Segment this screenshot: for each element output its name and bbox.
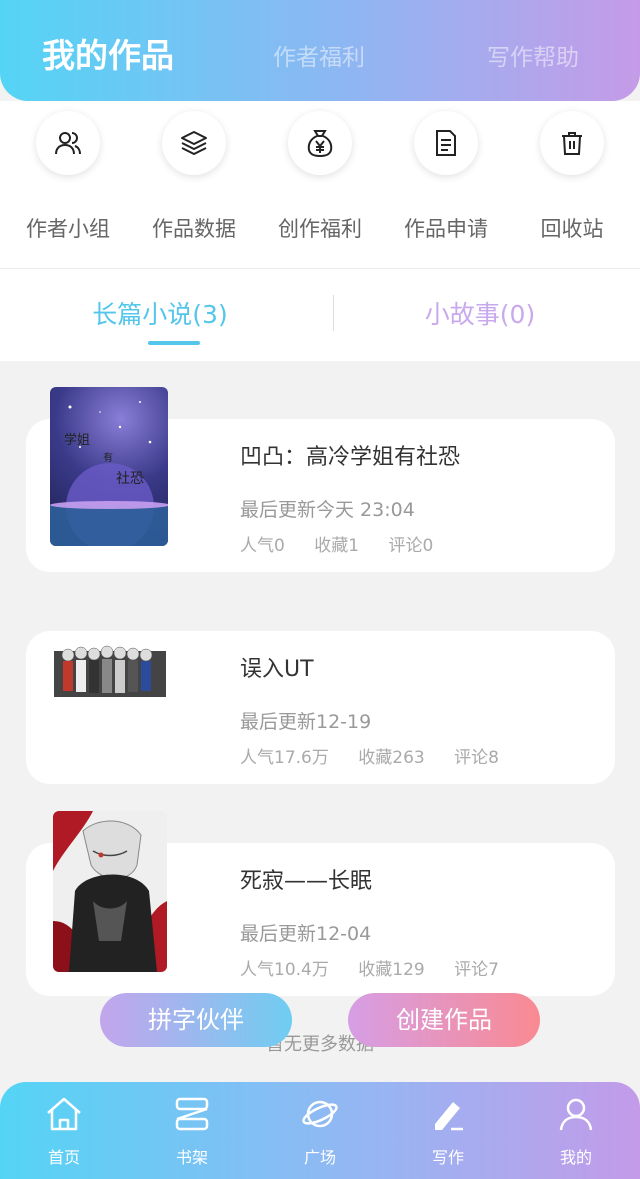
word-partner-button[interactable]: 拼字伙伴 xyxy=(100,993,292,1047)
quick-author-group[interactable]: 作者小组 xyxy=(5,101,131,268)
layers-icon xyxy=(162,111,226,175)
document-icon xyxy=(414,111,478,175)
quick-recycle-bin[interactable]: 回收站 xyxy=(509,101,635,268)
pen-icon xyxy=(435,1102,463,1131)
work-comments: 评论7 xyxy=(454,960,499,980)
work-title: 误入UT xyxy=(240,657,314,682)
trash-icon xyxy=(540,111,604,175)
no-more-data: 暂无更多数据 xyxy=(266,1034,374,1055)
work-favorites: 收藏129 xyxy=(358,960,425,980)
work-cover[interactable]: 学姐 有 社恐 xyxy=(50,387,168,546)
tab-author-welfare[interactable]: 作者福利 xyxy=(273,0,365,101)
work-stats: 人气0 收藏1 评论0 xyxy=(240,531,457,556)
tab-long-novel[interactable]: 长篇小说(3) xyxy=(0,269,320,361)
money-bag-icon xyxy=(288,111,352,175)
cover-text: 有 xyxy=(103,451,113,464)
quick-work-application[interactable]: 作品申请 xyxy=(383,101,509,268)
cover-text: 社恐 xyxy=(116,471,144,487)
bookshelf-icon xyxy=(175,1097,209,1131)
work-favorites: 收藏263 xyxy=(358,748,425,768)
tab-my-works[interactable]: 我的作品 xyxy=(42,0,174,101)
home-icon xyxy=(47,1097,81,1131)
planet-icon xyxy=(302,1100,338,1128)
work-popularity: 人气17.6万 xyxy=(240,748,329,768)
work-popularity: 人气10.4万 xyxy=(240,960,329,980)
cover-art-characters xyxy=(54,645,166,697)
work-favorites: 收藏1 xyxy=(314,536,360,556)
tabbar-write[interactable]: 写作 xyxy=(384,1082,512,1179)
bottom-tab-bar: 首页 书架 广场 写作 我的 xyxy=(0,1082,640,1179)
quick-label: 作者小组 xyxy=(26,217,110,241)
tabbar-label: 写作 xyxy=(431,1148,464,1167)
quick-label: 创作福利 xyxy=(278,217,362,241)
tab-writing-help[interactable]: 写作帮助 xyxy=(487,0,579,101)
work-comments: 评论0 xyxy=(388,536,434,556)
quick-label: 作品数据 xyxy=(152,217,236,241)
user-icon xyxy=(559,1098,593,1131)
active-tab-indicator xyxy=(148,341,200,345)
work-cover[interactable] xyxy=(53,811,167,972)
work-title: 凹凸：高冷学姐有社恐 xyxy=(240,445,461,470)
work-cover[interactable] xyxy=(54,641,166,713)
cover-art-space: 学姐 有 社恐 xyxy=(50,401,168,546)
work-title: 死寂——长眠 xyxy=(240,869,373,894)
tabbar-mine[interactable]: 我的 xyxy=(512,1082,640,1179)
tabbar-label: 首页 xyxy=(47,1148,80,1167)
tabbar-label: 我的 xyxy=(559,1148,592,1167)
quick-label: 作品申请 xyxy=(404,217,488,241)
quick-creation-welfare[interactable]: 创作福利 xyxy=(257,101,383,268)
work-type-tabs: 长篇小说(3) 小故事(0) xyxy=(0,269,640,361)
create-work-button[interactable]: 创建作品 xyxy=(348,993,540,1047)
quick-actions: 作者小组 作品数据 创作福利 作品申请 回收站 xyxy=(0,101,640,268)
work-comments: 评论8 xyxy=(454,748,499,768)
tab-short-story[interactable]: 小故事(0) xyxy=(320,269,640,361)
work-stats: 人气10.4万 收藏129 评论7 xyxy=(240,955,523,980)
quick-label: 回收站 xyxy=(540,217,604,241)
tabbar-label: 书架 xyxy=(175,1148,208,1167)
tabbar-bookshelf[interactable]: 书架 xyxy=(128,1082,256,1179)
work-updated: 最后更新今天 23:04 xyxy=(240,499,415,521)
tabbar-label: 广场 xyxy=(303,1148,336,1167)
work-updated: 最后更新12-04 xyxy=(240,923,372,945)
cover-text: 学姐 xyxy=(64,432,90,448)
cover-art-ghoul xyxy=(53,811,167,972)
top-header: 我的作品 作者福利 写作帮助 xyxy=(0,0,640,101)
author-group-icon xyxy=(36,111,100,175)
tabbar-square[interactable]: 广场 xyxy=(256,1082,384,1179)
quick-work-data[interactable]: 作品数据 xyxy=(131,101,257,268)
work-popularity: 人气0 xyxy=(240,536,285,556)
tabbar-home[interactable]: 首页 xyxy=(0,1082,128,1179)
work-updated: 最后更新12-19 xyxy=(240,711,372,733)
work-stats: 人气17.6万 收藏263 评论8 xyxy=(240,743,523,768)
